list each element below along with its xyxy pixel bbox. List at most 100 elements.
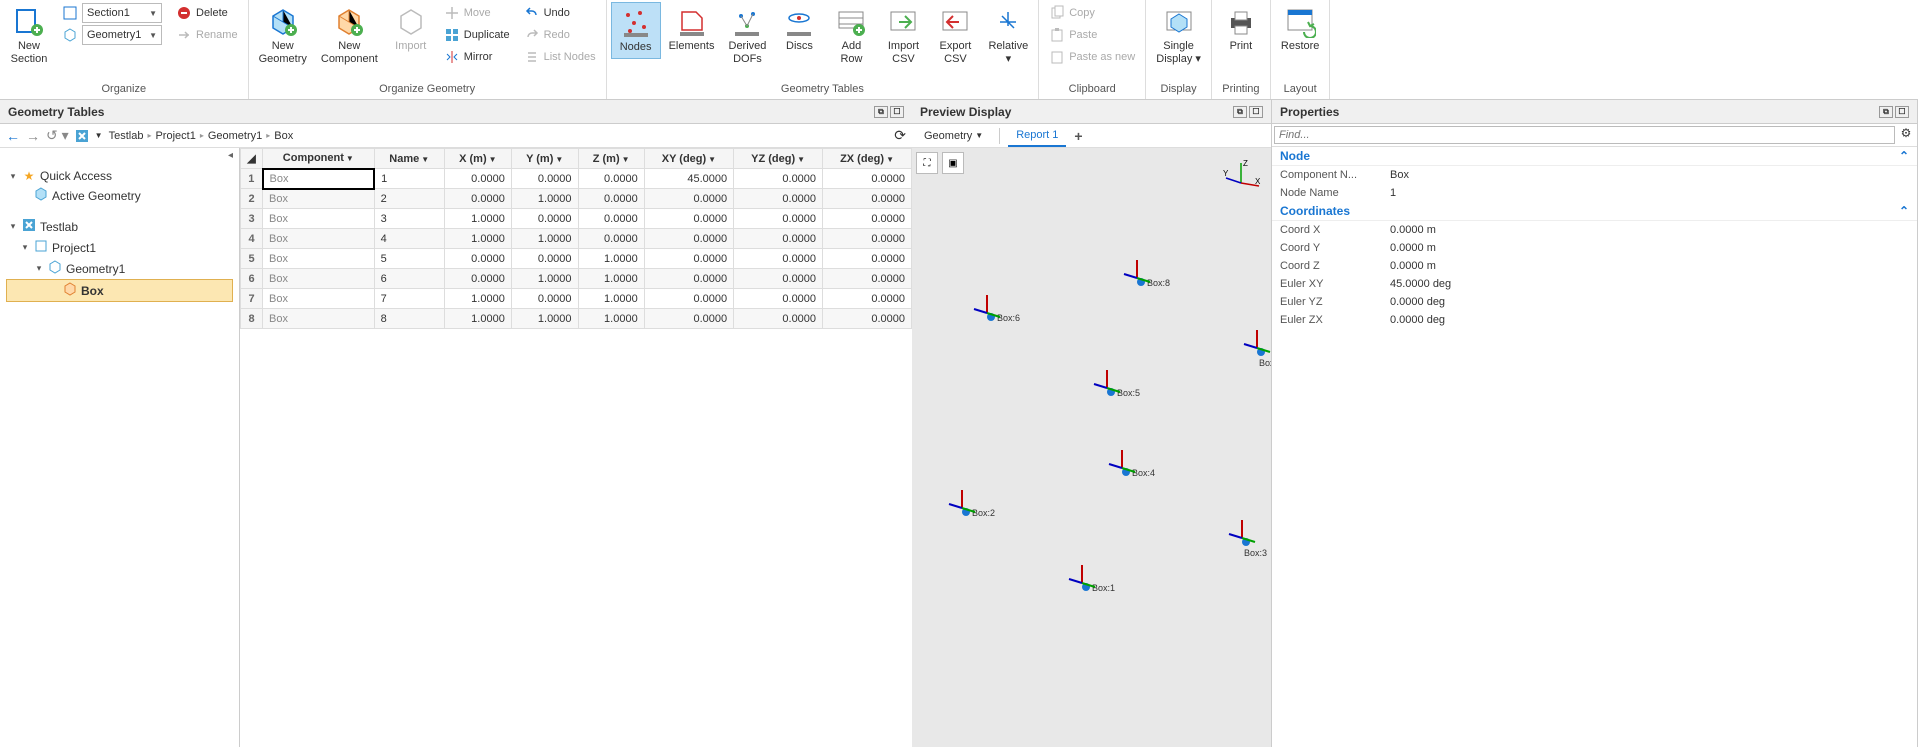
breadcrumb-item[interactable]: Project1	[155, 130, 195, 142]
props-row[interactable]: Component N...Box	[1272, 166, 1917, 184]
props-row[interactable]: Coord Z0.0000 m	[1272, 257, 1917, 275]
table-corner[interactable]: ◢	[241, 149, 263, 169]
paste-button[interactable]: Paste	[1043, 24, 1141, 46]
new-section-button[interactable]: New Section	[4, 2, 54, 70]
tree-project1[interactable]: ▾Project1	[6, 237, 233, 258]
duplicate-button[interactable]: Duplicate	[438, 24, 516, 46]
preview-node[interactable]: Box:6	[987, 313, 1020, 323]
export-csv-button[interactable]: Export CSV	[930, 2, 980, 70]
breadcrumb-item[interactable]: Testlab	[109, 130, 144, 142]
props-row[interactable]: Euler XY45.0000 deg	[1272, 275, 1917, 293]
relative-button[interactable]: Relative▾	[982, 2, 1034, 70]
props-row[interactable]: Coord Y0.0000 m	[1272, 239, 1917, 257]
fit-view-button[interactable]: ▣	[942, 152, 964, 174]
paste-icon	[1049, 27, 1065, 43]
single-display-button[interactable]: Single Display ▾	[1150, 2, 1207, 70]
preview-node[interactable]: Box:7	[1257, 348, 1271, 368]
mirror-button[interactable]: Mirror	[438, 46, 516, 68]
col-yz[interactable]: YZ (deg)▼	[734, 149, 823, 169]
preview-tab-geometry[interactable]: Geometry▼	[916, 126, 991, 146]
panel-tab-icon[interactable]: ⧉	[874, 106, 888, 118]
panel-tab-icon[interactable]: ⧉	[1233, 106, 1247, 118]
copy-button[interactable]: Copy	[1043, 2, 1141, 24]
preview-tab-report[interactable]: Report 1	[1008, 125, 1066, 147]
props-section-coordinates[interactable]: Coordinates⌃	[1272, 202, 1917, 221]
props-row[interactable]: Coord X0.0000 m	[1272, 221, 1917, 239]
col-zx[interactable]: ZX (deg)▼	[823, 149, 912, 169]
preview-node[interactable]: Box:5	[1107, 388, 1140, 398]
panel-max-icon[interactable]: ☐	[1895, 106, 1909, 118]
breadcrumb-item[interactable]: Box	[274, 130, 293, 142]
props-section-node[interactable]: Node⌃	[1272, 147, 1917, 166]
list-nodes-button[interactable]: List Nodes	[518, 46, 602, 68]
zoom-extents-button[interactable]: ⛶	[916, 152, 938, 174]
import-csv-button[interactable]: Import CSV	[878, 2, 928, 70]
col-x[interactable]: X (m)▼	[444, 149, 511, 169]
panel-max-icon[interactable]: ☐	[890, 106, 904, 118]
print-button[interactable]: Print	[1216, 2, 1266, 57]
collapse-tree-icon[interactable]: ◂	[0, 148, 239, 163]
table-row[interactable]: 6Box60.00001.00001.00000.00000.00000.000…	[241, 269, 912, 289]
table-row[interactable]: 7Box71.00000.00001.00000.00000.00000.000…	[241, 289, 912, 309]
preview-node[interactable]: Box:3	[1242, 538, 1271, 558]
preview-node[interactable]: Box:2	[962, 508, 995, 518]
undo-button[interactable]: Undo	[518, 2, 602, 24]
col-name[interactable]: Name▼	[374, 149, 444, 169]
props-row[interactable]: Node Name1	[1272, 184, 1917, 202]
section-dropdown[interactable]: Section1▼	[56, 2, 168, 24]
delete-button[interactable]: Delete	[170, 2, 244, 24]
panel-tab-icon[interactable]: ⧉	[1879, 106, 1893, 118]
new-component-button[interactable]: New Component	[315, 2, 384, 70]
preview-node[interactable]: Box:4	[1122, 468, 1155, 478]
tree-box[interactable]: Box	[6, 279, 233, 302]
col-z[interactable]: Z (m)▼	[578, 149, 644, 169]
group-label-layout: Layout	[1275, 81, 1326, 97]
table-row[interactable]: 3Box31.00000.00000.00000.00000.00000.000…	[241, 209, 912, 229]
col-y[interactable]: Y (m)▼	[511, 149, 578, 169]
svg-text:Y: Y	[1223, 169, 1229, 178]
nav-history-icon[interactable]: ↺ ▾	[46, 127, 69, 144]
group-label-printing: Printing	[1216, 81, 1266, 97]
paste-as-new-button[interactable]: Paste as new	[1043, 46, 1141, 68]
tree-quick-access[interactable]: ▾★Quick Access	[6, 167, 233, 185]
properties-settings-icon[interactable]: ⚙	[1897, 126, 1915, 144]
list-icon	[524, 49, 540, 65]
discs-button[interactable]: Discs	[774, 2, 824, 57]
table-row[interactable]: 8Box81.00001.00001.00000.00000.00000.000…	[241, 309, 912, 329]
col-component[interactable]: Component▼	[263, 149, 375, 169]
refresh-icon[interactable]: ⟳	[894, 127, 906, 144]
redo-button[interactable]: Redo	[518, 24, 602, 46]
restore-button[interactable]: Restore	[1275, 2, 1326, 57]
import-button[interactable]: Import	[386, 2, 436, 57]
rename-button[interactable]: Rename	[170, 24, 244, 46]
table-row[interactable]: 1Box10.00000.00000.000045.00000.00000.00…	[241, 169, 912, 189]
nav-forward-icon[interactable]: →	[26, 128, 40, 144]
add-row-button[interactable]: Add Row	[826, 2, 876, 70]
table-row[interactable]: 5Box50.00000.00001.00000.00000.00000.000…	[241, 249, 912, 269]
props-row[interactable]: Euler YZ0.0000 deg	[1272, 293, 1917, 311]
preview-node[interactable]: Box:1	[1082, 583, 1115, 593]
props-row[interactable]: Euler ZX0.0000 deg	[1272, 311, 1917, 329]
elements-button[interactable]: Elements	[663, 2, 721, 57]
table-row[interactable]: 2Box20.00001.00000.00000.00000.00000.000…	[241, 189, 912, 209]
preview-canvas[interactable]: ⛶ ▣ Z X Y Box:1Box:2Box:3Box:4Box:5Box:6…	[912, 148, 1271, 747]
geometry-dropdown[interactable]: Geometry1▼	[56, 24, 168, 46]
table-row[interactable]: 4Box41.00001.00000.00000.00000.00000.000…	[241, 229, 912, 249]
preview-node[interactable]: Box:8	[1137, 278, 1170, 288]
properties-find-input[interactable]	[1274, 126, 1895, 144]
tree-active-geometry[interactable]: Active Geometry	[6, 185, 233, 206]
col-xy[interactable]: XY (deg)▼	[644, 149, 733, 169]
breadcrumb-item[interactable]: Geometry1	[208, 130, 262, 142]
tree-geometry1[interactable]: ▾Geometry1	[6, 258, 233, 279]
nodes-button[interactable]: Nodes	[611, 2, 661, 59]
derived-dofs-button[interactable]: Derived DOFs	[722, 2, 772, 70]
ribbon-group-organize: New Section Section1▼ Geometry1▼ Delete	[0, 0, 249, 99]
preview-tab-add[interactable]: +	[1074, 128, 1082, 144]
tree-testlab[interactable]: ▾Testlab	[6, 216, 233, 237]
new-geometry-button[interactable]: New Geometry	[253, 2, 313, 70]
move-button[interactable]: Move	[438, 2, 516, 24]
copy-icon	[1049, 5, 1065, 21]
nav-back-icon[interactable]: ←	[6, 128, 20, 144]
import-icon	[395, 6, 427, 38]
panel-max-icon[interactable]: ☐	[1249, 106, 1263, 118]
